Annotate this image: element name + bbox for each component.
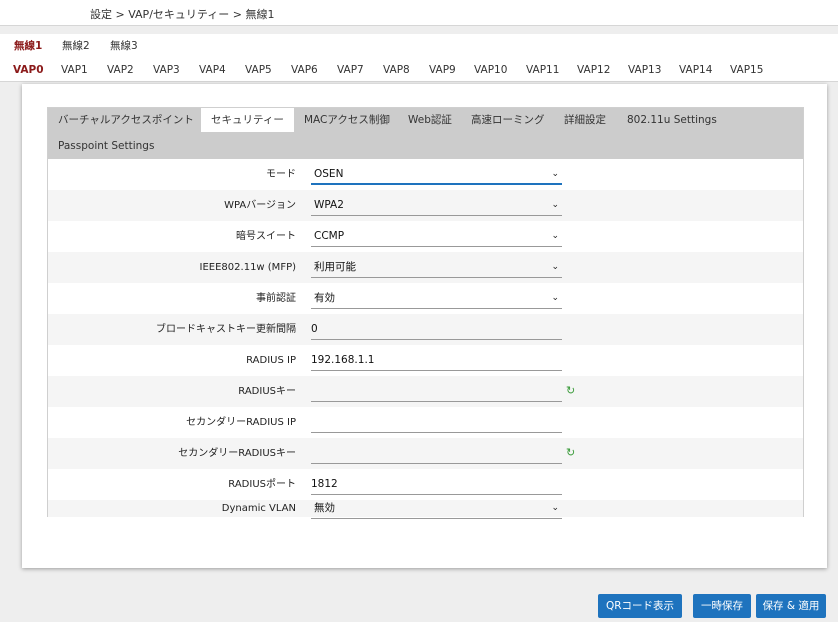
tab-vap4[interactable]: VAP4 [199, 58, 226, 82]
dynamic-vlan-select[interactable]: 無効 ⌄ [311, 497, 562, 519]
breadcrumb: 設定 > VAP/セキュリティー > 無線1 [90, 8, 275, 21]
temp-save-button[interactable]: 一時保存 [693, 594, 751, 618]
secondary-radius-ip-label: セカンダリーRADIUS IP [186, 417, 296, 428]
radius-port-input[interactable]: 1812 [311, 473, 562, 495]
tab-vap14[interactable]: VAP14 [679, 58, 712, 82]
chevron-down-icon: ⌄ [551, 169, 559, 179]
wpa-version-select[interactable]: WPA2 ⌄ [311, 194, 562, 216]
mode-select[interactable]: OSEN ⌄ [311, 163, 562, 185]
dynamic-vlan-value: 無効 [314, 502, 335, 514]
broadcast-key-interval-input[interactable]: 0 [311, 318, 562, 340]
tab-80211u-settings[interactable]: 802.11u Settings [617, 108, 727, 132]
tab-vap8[interactable]: VAP8 [383, 58, 410, 82]
row-secondary-radius-key: セカンダリーRADIUSキー ↻ [48, 438, 803, 469]
secondary-radius-ip-input[interactable] [311, 411, 562, 433]
refresh-icon[interactable]: ↻ [566, 385, 575, 397]
tab-fast-roaming[interactable]: 高速ローミング [461, 108, 555, 132]
tab-vap12[interactable]: VAP12 [577, 58, 610, 82]
row-wpa-version: WPAバージョン WPA2 ⌄ [48, 190, 803, 221]
tab-vap5[interactable]: VAP5 [245, 58, 272, 82]
row-radius-port: RADIUSポート 1812 [48, 469, 803, 500]
qr-code-button[interactable]: QRコード表示 [598, 594, 682, 618]
chevron-down-icon: ⌄ [551, 293, 559, 303]
preauth-select[interactable]: 有効 ⌄ [311, 287, 562, 309]
refresh-icon[interactable]: ↻ [566, 447, 575, 459]
vap-tabs: VAP0 VAP1 VAP2 VAP3 VAP4 VAP5 VAP6 VAP7 … [0, 58, 838, 82]
preauth-value: 有効 [314, 292, 335, 304]
tab-vap2[interactable]: VAP2 [107, 58, 134, 82]
radio-tabs: 無線1 無線2 無線3 [0, 34, 838, 58]
chevron-down-icon: ⌄ [551, 231, 559, 241]
row-cipher-suite: 暗号スイート CCMP ⌄ [48, 221, 803, 252]
save-apply-button[interactable]: 保存 & 適用 [756, 594, 826, 618]
mfp-label: IEEE802.11w (MFP) [199, 262, 296, 273]
tab-radio-1[interactable]: 無線1 [8, 34, 48, 58]
broadcast-key-interval-label: ブロードキャストキー更新間隔 [156, 324, 296, 335]
row-radius-key: RADIUSキー ↻ [48, 376, 803, 407]
chevron-down-icon: ⌄ [551, 503, 559, 513]
radius-port-label: RADIUSポート [228, 479, 296, 490]
tab-vap6[interactable]: VAP6 [291, 58, 318, 82]
row-broadcast-key-interval: ブロードキャストキー更新間隔 0 [48, 314, 803, 345]
mfp-select[interactable]: 利用可能 ⌄ [311, 256, 562, 278]
chevron-down-icon: ⌄ [551, 200, 559, 210]
secondary-radius-key-label: セカンダリーRADIUSキー [178, 448, 296, 459]
mode-label: モード [266, 169, 296, 180]
tab-web-auth[interactable]: Web認証 [398, 108, 462, 132]
tab-vap9[interactable]: VAP9 [429, 58, 456, 82]
tab-vap15[interactable]: VAP15 [730, 58, 763, 82]
preauth-label: 事前認証 [256, 293, 296, 304]
radius-ip-label: RADIUS IP [246, 355, 296, 366]
tab-virtual-access-point[interactable]: バーチャルアクセスポイント [48, 108, 204, 132]
tab-advanced[interactable]: 詳細設定 [554, 108, 616, 132]
breadcrumb-bar: 設定 > VAP/セキュリティー > 無線1 [0, 0, 838, 26]
row-preauth: 事前認証 有効 ⌄ [48, 283, 803, 314]
settings-panel: バーチャルアクセスポイント セキュリティー MACアクセス制御 Web認証 高速… [22, 84, 827, 568]
tab-radio-3[interactable]: 無線3 [104, 34, 144, 58]
tab-vap13[interactable]: VAP13 [628, 58, 661, 82]
dynamic-vlan-label: Dynamic VLAN [221, 503, 296, 514]
tab-vap3[interactable]: VAP3 [153, 58, 180, 82]
radius-key-input[interactable] [311, 380, 562, 402]
secondary-radius-key-input[interactable] [311, 442, 562, 464]
security-form: バーチャルアクセスポイント セキュリティー MACアクセス制御 Web認証 高速… [47, 107, 804, 519]
row-dynamic-vlan: Dynamic VLAN 無効 ⌄ [48, 497, 803, 519]
tab-radio-2[interactable]: 無線2 [56, 34, 96, 58]
tab-vap1[interactable]: VAP1 [61, 58, 88, 82]
row-radius-ip: RADIUS IP 192.168.1.1 [48, 345, 803, 376]
cipher-suite-label: 暗号スイート [236, 231, 296, 242]
tab-security[interactable]: セキュリティー [201, 108, 294, 132]
tab-vap7[interactable]: VAP7 [337, 58, 364, 82]
cipher-suite-value: CCMP [314, 230, 345, 242]
tab-vap0[interactable]: VAP0 [13, 58, 44, 82]
row-secondary-radius-ip: セカンダリーRADIUS IP [48, 407, 803, 438]
section-tabs: バーチャルアクセスポイント セキュリティー MACアクセス制御 Web認証 高速… [48, 108, 803, 159]
wpa-version-value: WPA2 [314, 199, 344, 211]
row-mode: モード OSEN ⌄ [48, 159, 803, 190]
chevron-down-icon: ⌄ [551, 262, 559, 272]
wpa-version-label: WPAバージョン [224, 200, 296, 211]
tab-passpoint-settings[interactable]: Passpoint Settings [48, 134, 164, 158]
tab-mac-access-control[interactable]: MACアクセス制御 [294, 108, 400, 132]
mode-value: OSEN [314, 168, 344, 180]
mfp-value: 利用可能 [314, 261, 356, 273]
cipher-suite-select[interactable]: CCMP ⌄ [311, 225, 562, 247]
tab-vap11[interactable]: VAP11 [526, 58, 559, 82]
radius-ip-input[interactable]: 192.168.1.1 [311, 349, 562, 371]
radius-key-label: RADIUSキー [238, 386, 296, 397]
tab-vap10[interactable]: VAP10 [474, 58, 507, 82]
row-mfp: IEEE802.11w (MFP) 利用可能 ⌄ [48, 252, 803, 283]
